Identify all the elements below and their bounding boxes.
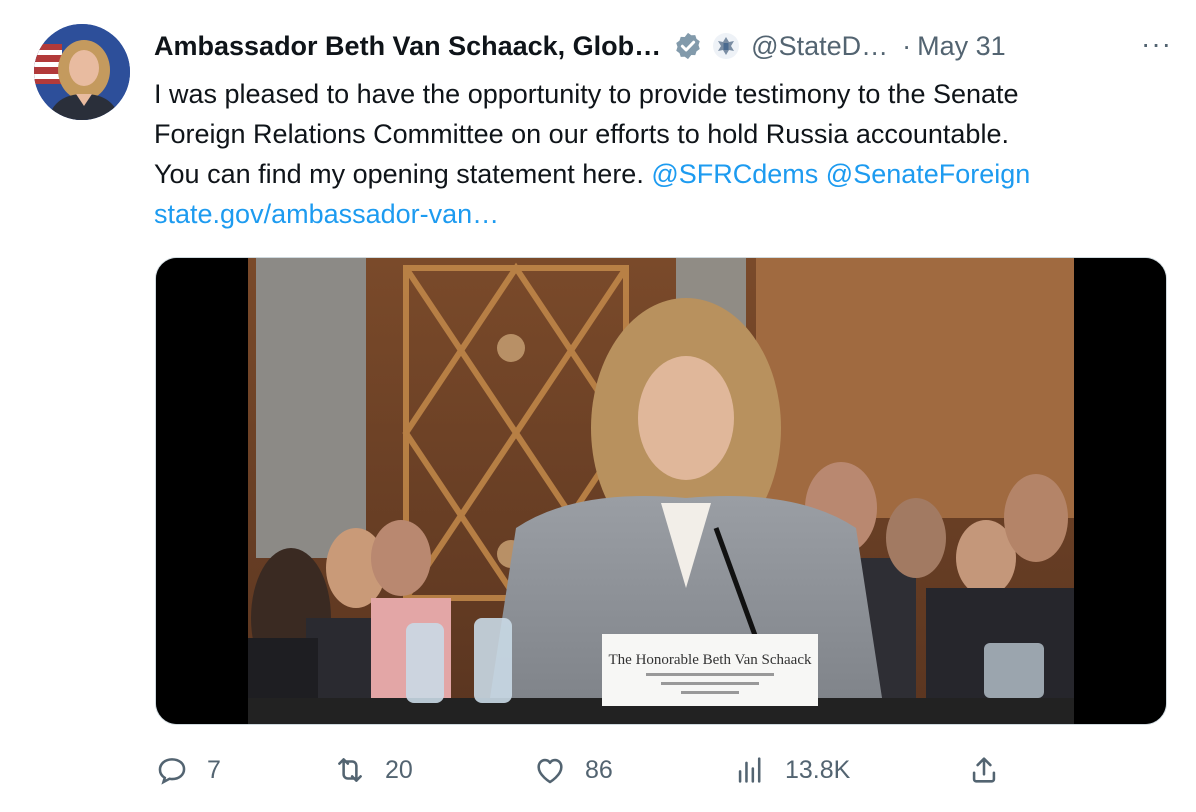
reply-button[interactable]: 7 [155,745,221,795]
retweet-count: 20 [385,755,413,784]
tweet-text: I was pleased to have the opportunity to… [154,74,1164,234]
avatar-portrait [34,24,130,120]
retweet-button[interactable]: 20 [333,745,413,795]
share-button[interactable] [967,745,1001,795]
author-avatar[interactable] [34,24,130,120]
like-count: 86 [585,755,613,784]
tweet-date[interactable]: May 31 [917,31,1006,62]
mention-sfrcdems[interactable]: @SFRCdems [651,159,818,189]
tweet-text-line: I was pleased to have the opportunity to… [154,79,1019,109]
more-options-icon[interactable]: ··· [1141,28,1172,60]
tweet-url-link[interactable]: state.gov/ambassador-van… [154,194,1164,234]
tweet-actions: 7 20 86 13.8K [155,745,1165,795]
verified-badge-icon[interactable] [673,31,703,61]
mention-senateforeign[interactable]: @SenateForeign [826,159,1031,189]
tweet-text-line: You can find my opening statement here. … [154,154,1164,194]
like-icon [537,758,563,784]
nameplate-title: The Honorable Beth Van Schaack [609,652,812,668]
reply-icon [158,758,186,785]
share-icon [972,757,996,783]
views-icon [738,757,761,783]
retweet-icon [338,758,362,782]
author-name[interactable]: Ambassador Beth Van Schaack, Glob… [154,31,661,62]
views-button[interactable]: 13.8K [733,745,850,795]
tweet-media-image[interactable]: The Honorable Beth Van Schaack [155,257,1167,725]
reply-count: 7 [207,755,221,784]
tweet-header: Ambassador Beth Van Schaack, Glob… @Stat… [154,26,1176,66]
views-count: 13.8K [785,755,851,784]
government-seal-icon [711,31,741,61]
author-handle[interactable]: @StateD… [751,31,888,62]
tweet-text-segment: You can find my opening statement here. [154,159,644,189]
like-button[interactable]: 86 [533,745,613,795]
hearing-photo: The Honorable Beth Van Schaack [156,258,1166,724]
separator-dot: · [902,30,912,61]
tweet-text-line: Foreign Relations Committee on our effor… [154,119,1009,149]
